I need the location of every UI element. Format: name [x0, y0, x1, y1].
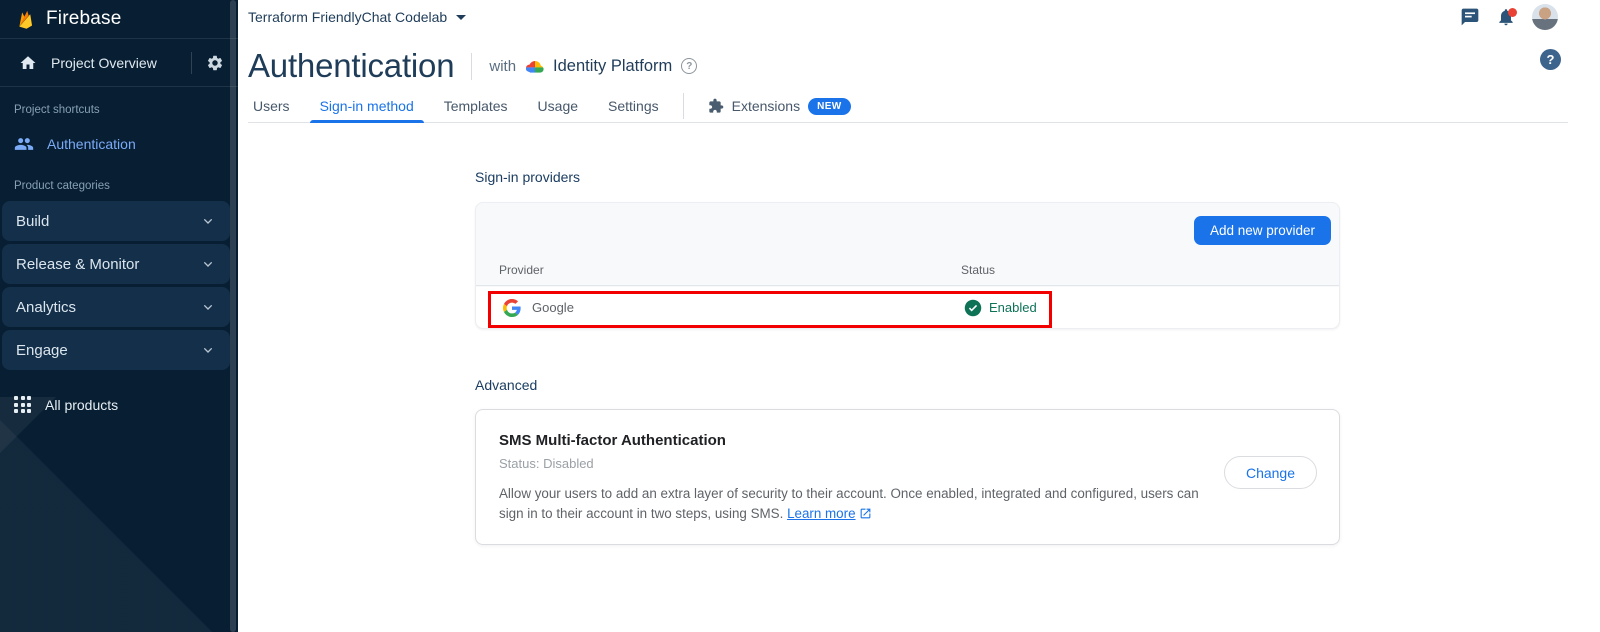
page-title: Authentication [248, 47, 454, 85]
project-shortcuts-label: Project shortcuts [0, 87, 238, 125]
all-products-label: All products [45, 397, 118, 413]
tab-sign-in-method[interactable]: Sign-in method [305, 90, 429, 122]
external-link-icon [859, 507, 872, 520]
firebase-logo[interactable]: Firebase [0, 0, 238, 39]
puzzle-icon [708, 98, 724, 114]
divider [471, 53, 472, 80]
tab-extensions[interactable]: Extensions NEW [693, 90, 866, 122]
caret-down-icon [456, 15, 466, 20]
chevron-down-icon [200, 256, 216, 272]
sidebar-category-build[interactable]: Build [2, 201, 230, 241]
chevron-down-icon [200, 213, 216, 229]
user-avatar[interactable] [1532, 4, 1558, 30]
project-settings-gear-icon[interactable] [206, 54, 224, 72]
sms-mfa-description: Allow your users to add an extra layer o… [499, 484, 1221, 523]
product-categories-label: Product categories [0, 163, 238, 201]
google-cloud-icon [524, 58, 546, 75]
status-enabled-label: Enabled [989, 300, 1037, 315]
topbar: Terraform FriendlyChat Codelab [238, 0, 1600, 34]
tab-templates[interactable]: Templates [429, 90, 523, 122]
identity-platform-help-icon[interactable]: ? [681, 58, 697, 74]
column-provider: Provider [499, 263, 544, 277]
provider-row-google[interactable]: Google Enabled [476, 287, 1339, 328]
help-icon[interactable]: ? [1540, 49, 1561, 70]
add-new-provider-button[interactable]: Add new provider [1194, 216, 1331, 245]
sms-mfa-card: SMS Multi-factor Authentication Status: … [475, 409, 1340, 545]
chevron-down-icon [200, 342, 216, 358]
project-overview-label: Project Overview [51, 55, 157, 71]
provider-name: Google [532, 300, 574, 315]
column-status: Status [961, 263, 995, 277]
sidebar-item-project-overview[interactable]: Project Overview [0, 39, 238, 87]
chevron-down-icon [200, 299, 216, 315]
sidebar-category-release-monitor[interactable]: Release & Monitor [2, 244, 230, 284]
sidebar-decoration [0, 397, 238, 632]
tab-users[interactable]: Users [248, 90, 305, 122]
sidebar-category-engage[interactable]: Engage [2, 330, 230, 370]
tab-usage[interactable]: Usage [523, 90, 593, 122]
sidebar-category-analytics[interactable]: Analytics [2, 287, 230, 327]
providers-table-header: Provider Status [476, 258, 1339, 286]
sidebar: Firebase Project Overview Project shortc… [0, 0, 238, 632]
firebase-console: Firebase Project Overview Project shortc… [0, 0, 1600, 632]
project-selector[interactable]: Terraform FriendlyChat Codelab [248, 9, 466, 25]
sms-mfa-status: Status: Disabled [499, 456, 1316, 471]
sidebar-item-authentication[interactable]: Authentication [0, 125, 238, 163]
feedback-icon[interactable] [1460, 7, 1480, 27]
sidebar-scrollbar[interactable] [230, 0, 236, 632]
firebase-logo-text: Firebase [46, 8, 122, 30]
main-content: Terraform FriendlyChat Codelab [238, 0, 1600, 632]
users-icon [14, 134, 34, 154]
change-button[interactable]: Change [1224, 456, 1317, 489]
sign-in-providers-title: Sign-in providers [475, 169, 1600, 185]
grid-icon [14, 396, 31, 413]
with-label: with [489, 58, 516, 75]
divider [683, 93, 684, 119]
page-header: Authentication with Identity Platform ? [238, 44, 1600, 88]
project-name: Terraform FriendlyChat Codelab [248, 9, 447, 25]
new-badge: NEW [808, 98, 851, 115]
learn-more-link[interactable]: Learn more [787, 506, 855, 521]
providers-card: Add new provider Provider Status Google [475, 202, 1340, 329]
tab-settings[interactable]: Settings [593, 90, 674, 122]
advanced-title: Advanced [475, 377, 1600, 393]
identity-platform-label: Identity Platform [553, 57, 672, 76]
provider-status: Enabled [964, 299, 1037, 317]
google-logo-icon [503, 299, 521, 317]
divider [191, 52, 192, 74]
check-circle-icon [964, 299, 982, 317]
sms-mfa-title: SMS Multi-factor Authentication [499, 432, 1316, 449]
home-icon [19, 54, 37, 72]
sidebar-authentication-label: Authentication [47, 136, 136, 152]
notifications-bell-icon[interactable] [1496, 7, 1516, 27]
firebase-flame-icon [15, 9, 36, 30]
notification-dot [1508, 8, 1517, 17]
page-body: Sign-in providers Add new provider Provi… [238, 169, 1600, 545]
topbar-icons [1460, 4, 1558, 30]
sidebar-item-all-products[interactable]: All products [0, 396, 238, 413]
tab-bar: Users Sign-in method Templates Usage Set… [248, 90, 1568, 123]
